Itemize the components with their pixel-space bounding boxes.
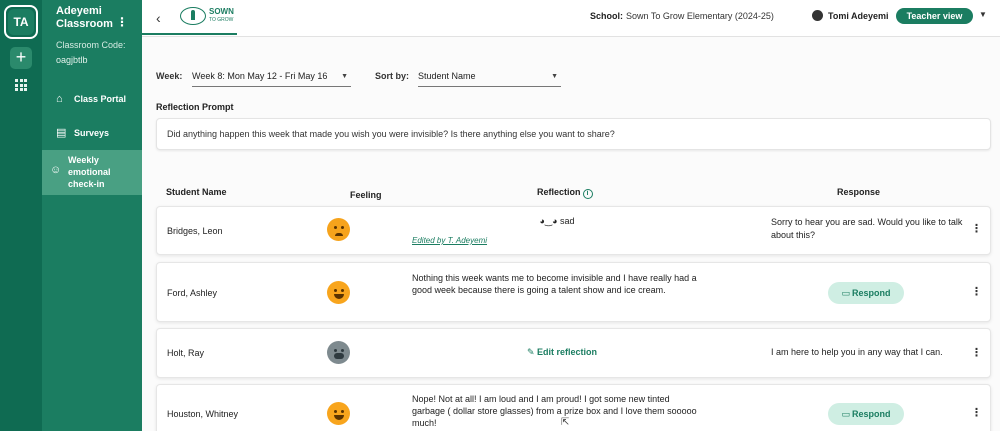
header-feeling: Feeling xyxy=(350,190,382,200)
sort-value: Student Name xyxy=(418,71,476,81)
respond-button[interactable]: ▭ Respond xyxy=(828,403,904,425)
reflection-prompt-label: Reflection Prompt xyxy=(156,102,234,112)
sidebar-item-surveys[interactable]: ▤ Surveys xyxy=(42,121,142,145)
plus-icon: + xyxy=(15,47,27,67)
reflection-text: Nothing this week wants me to become inv… xyxy=(412,273,697,295)
user-icon xyxy=(812,10,823,21)
table-row: Ford, Ashley Nothing this week wants me … xyxy=(156,262,991,322)
logo-underline xyxy=(142,33,237,35)
row-menu-icon[interactable]: ⋮ xyxy=(971,224,982,235)
reflection-prompt-text: Did anything happen this week that made … xyxy=(156,118,991,150)
sidebar-item-weekly-checkin[interactable]: ☺ Weekly emotional check-in xyxy=(42,150,142,195)
sidebar-item-label: Surveys xyxy=(74,128,110,138)
sidebar-item-label: Weekly emotional check-in xyxy=(68,155,111,189)
student-name: Houston, Whitney xyxy=(167,409,239,419)
edited-by-link[interactable]: Edited by T. Adeyemi xyxy=(412,236,487,245)
student-name: Ford, Ashley xyxy=(167,288,218,298)
table-row: Houston, Whitney Nope! Not at all! I am … xyxy=(156,384,991,431)
logo-text: SOWN TO GROW xyxy=(209,7,234,24)
sprout-logo-icon xyxy=(180,7,206,25)
clipboard-icon: ▤ xyxy=(56,127,67,139)
week-value: Week 8: Mon May 12 - Fri May 16 xyxy=(192,71,328,81)
week-select[interactable]: Week 8: Mon May 12 - Fri May 16 ▼ xyxy=(192,67,351,87)
teacher-view-button[interactable]: Teacher view xyxy=(896,8,973,24)
chat-icon: ▭ xyxy=(841,288,850,298)
back-chevron-icon[interactable]: ‹ xyxy=(156,10,161,26)
row-menu-icon[interactable]: ⋮ xyxy=(971,287,982,298)
sad-face-icon xyxy=(327,218,350,241)
school-label: School: xyxy=(590,11,623,21)
mouse-cursor-icon: ⇱ xyxy=(561,417,570,428)
add-classroom-button[interactable]: + xyxy=(10,47,32,69)
school-selector[interactable]: Sown To Grow Elementary (2024-25) xyxy=(626,11,774,21)
avatar-initials: TA xyxy=(8,9,34,35)
row-menu-icon[interactable]: ⋮ xyxy=(971,348,982,359)
student-name: Holt, Ray xyxy=(167,348,205,358)
response-text: Sorry to hear you are sad. Would you lik… xyxy=(771,217,963,240)
info-icon[interactable]: i xyxy=(582,189,593,199)
main-content: Week: Week 8: Mon May 12 - Fri May 16 ▼ … xyxy=(142,37,1000,431)
chevron-down-icon: ▼ xyxy=(341,73,348,80)
happy-face-icon xyxy=(327,402,350,425)
header-reflection: Reflection i xyxy=(537,187,593,199)
icon-rail: TA + xyxy=(0,0,42,431)
respond-button[interactable]: ▭ Respond xyxy=(828,282,904,304)
top-bar: ‹ SOWN TO GROW School: Sown To Grow Elem… xyxy=(142,0,1000,37)
home-icon: ⌂ xyxy=(56,93,63,105)
table-row: Holt, Ray ✎ Edit reflection I am here to… xyxy=(156,328,991,378)
smiley-icon: ☺ xyxy=(50,164,62,176)
sidebar-nav: ⌂ Class Portal ▤ Surveys ☺ Weekly emotio… xyxy=(42,87,142,195)
header-response: Response xyxy=(837,187,881,197)
sort-label: Sort by: xyxy=(375,71,410,81)
sidebar: Adeyemi Classroom ⋮ Classroom Code: oagj… xyxy=(42,0,142,431)
reflection-text: Nope! Not at all! I am loud and I am pro… xyxy=(412,394,697,428)
header-student-name: Student Name xyxy=(166,187,227,197)
pencil-icon: ✎ xyxy=(527,347,538,357)
week-label: Week: xyxy=(156,71,183,81)
reflection-text: ◕‿◕ sad xyxy=(539,216,575,226)
sown-to-grow-logo[interactable]: SOWN TO GROW xyxy=(180,3,238,29)
classroom-name: Adeyemi Classroom xyxy=(56,5,113,30)
row-menu-icon[interactable]: ⋮ xyxy=(971,408,982,419)
edit-reflection-button[interactable]: ✎ Edit reflection xyxy=(527,347,597,358)
happy-face-icon xyxy=(327,281,350,304)
classroom-code: oagjbtlb xyxy=(56,55,88,65)
classroom-menu-icon[interactable]: ⋮ xyxy=(116,16,128,28)
anxious-face-icon xyxy=(327,341,350,364)
chat-icon: ▭ xyxy=(841,409,850,419)
sidebar-item-label: Class Portal xyxy=(74,94,127,104)
chevron-down-icon[interactable]: ▼ xyxy=(979,10,987,19)
classroom-header: Adeyemi Classroom ⋮ Classroom Code: oagj… xyxy=(42,0,142,65)
classroom-code-label: Classroom Code: xyxy=(56,40,126,50)
apps-grid-icon[interactable] xyxy=(15,79,27,91)
response-text: I am here to help you in any way that I … xyxy=(771,347,943,357)
user-name: Tomi Adeyemi xyxy=(828,11,889,21)
table-row: Bridges, Leon ◕‿◕ sad Edited by T. Adeye… xyxy=(156,206,991,255)
sidebar-item-class-portal[interactable]: ⌂ Class Portal xyxy=(42,87,142,111)
sort-select[interactable]: Student Name ▼ xyxy=(418,67,561,87)
classroom-avatar[interactable]: TA xyxy=(4,5,38,39)
chevron-down-icon: ▼ xyxy=(551,73,558,80)
student-name: Bridges, Leon xyxy=(167,226,223,236)
